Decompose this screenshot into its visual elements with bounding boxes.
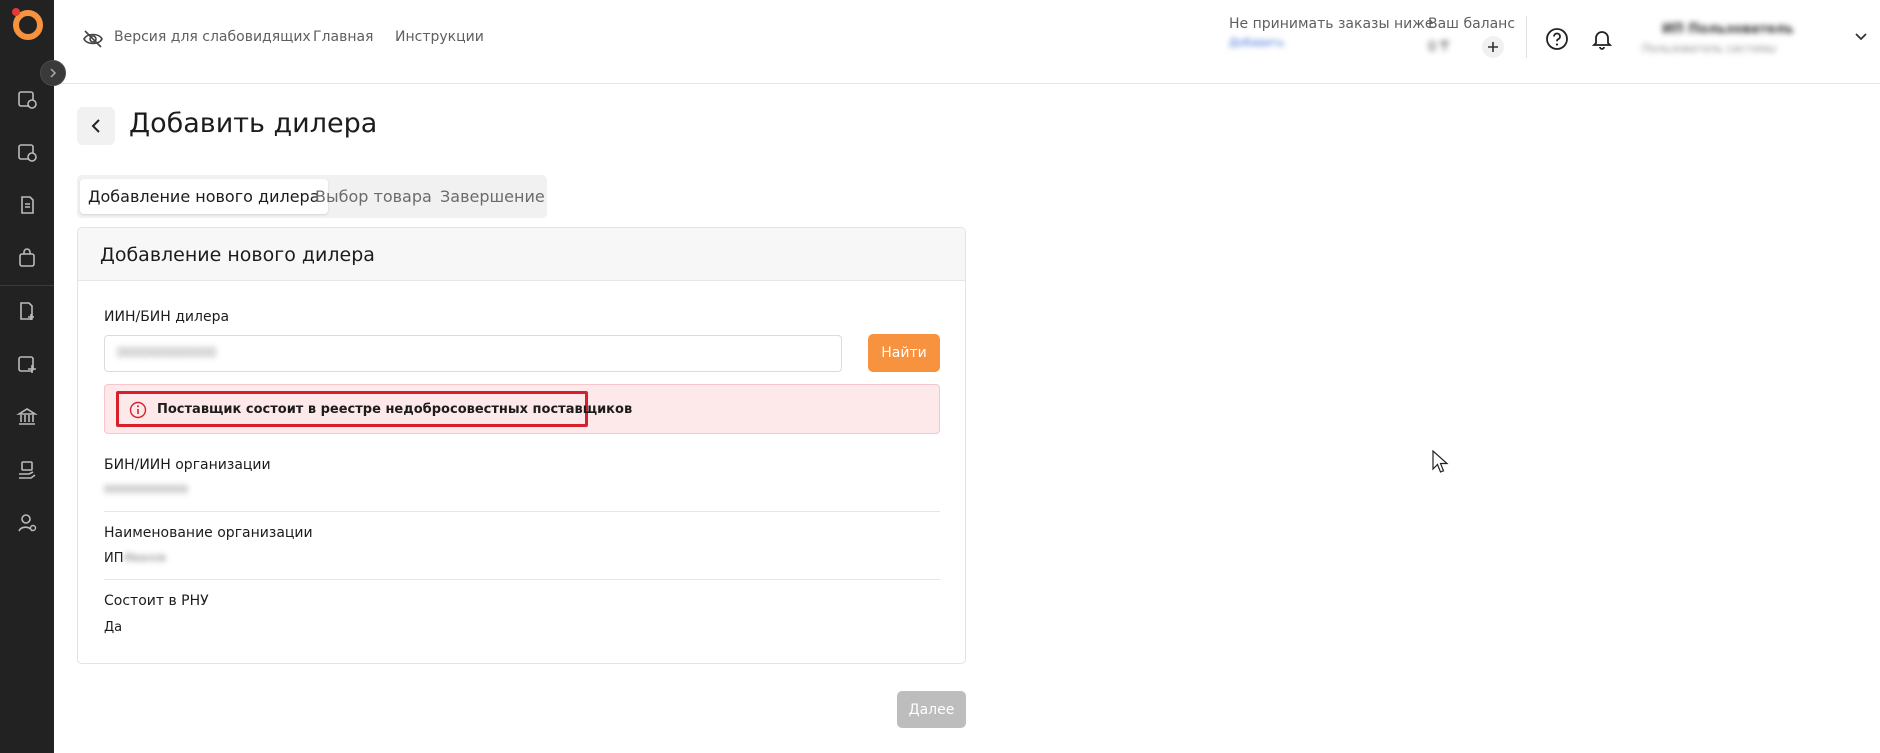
cart-clock-icon <box>18 91 37 109</box>
iin-input-value: 000000000000 <box>117 346 217 361</box>
org-name-label: Наименование организации <box>104 525 313 541</box>
notifications-button[interactable] <box>1587 24 1617 54</box>
chevron-right-icon <box>50 68 57 78</box>
app-root: Версия для слабовидящих Главная Инструкц… <box>0 0 1880 753</box>
rnu-label: Состоит в РНУ <box>104 593 209 609</box>
sidebar-item-bank[interactable] <box>11 401 43 433</box>
org-name-value: Иванов <box>124 551 166 564</box>
alert-highlight: Поставщик состоит в реестре недобросовес… <box>116 391 632 427</box>
balance-label: Ваш баланс <box>1428 16 1516 32</box>
cart-check-icon <box>18 144 37 162</box>
stepper-tabs: Добавление нового дилера Выбор товара За… <box>77 175 547 218</box>
sidebar-item-orders-history[interactable] <box>11 83 43 115</box>
top-header: Версия для слабовидящих Главная Инструкц… <box>54 0 1880 84</box>
instructions-link[interactable]: Инструкции <box>395 29 484 45</box>
sidebar <box>0 0 66 753</box>
card-header: Добавление нового дилера <box>78 228 965 281</box>
mouse-cursor-icon <box>1432 450 1449 473</box>
find-button[interactable]: Найти <box>868 334 940 372</box>
chevron-down-icon[interactable] <box>1854 32 1868 42</box>
user-subtitle: Пользователь системы <box>1642 42 1776 55</box>
sidebar-item-deals[interactable] <box>11 454 43 486</box>
add-balance-button[interactable] <box>1482 36 1504 58</box>
sidebar-item-add-product[interactable] <box>11 348 43 380</box>
iin-label: ИИН/БИН дилера <box>104 309 230 325</box>
accessibility-link[interactable]: Версия для слабовидящих <box>114 29 311 45</box>
logo-icon[interactable] <box>6 4 46 42</box>
bin-org-value: 000000000000 <box>104 483 188 496</box>
page-title: Добавить дилера <box>129 108 378 139</box>
sidebar-divider <box>0 285 54 286</box>
user-name[interactable]: ИП Пользователь <box>1662 22 1793 37</box>
back-button[interactable] <box>77 107 115 145</box>
bin-org-label: БИН/ИИН организации <box>104 457 271 473</box>
warning-alert: Поставщик состоит в реестре недобросовес… <box>104 384 940 434</box>
header-divider <box>1526 16 1527 58</box>
cart-plus-icon <box>18 356 36 373</box>
sidebar-item-shop[interactable] <box>11 242 43 274</box>
info-circle-icon <box>129 401 147 419</box>
sidebar-item-users[interactable] <box>11 507 43 539</box>
tab-finish[interactable]: Завершение <box>432 179 553 214</box>
bag-icon <box>19 248 35 267</box>
bell-icon <box>1591 31 1613 50</box>
plus-icon <box>1488 42 1498 52</box>
sidebar-expand-button[interactable] <box>40 60 66 86</box>
iin-input[interactable]: 000000000000 <box>104 335 842 372</box>
field-divider <box>104 579 940 580</box>
card-title: Добавление нового дилера <box>100 244 375 266</box>
alert-message: Поставщик состоит в реестре недобросовес… <box>157 402 633 417</box>
tab-select-product[interactable]: Выбор товара <box>307 179 440 214</box>
chevron-left-icon <box>91 119 100 133</box>
min-order-link[interactable]: Добавить <box>1229 36 1284 49</box>
tab-add-dealer[interactable]: Добавление нового дилера <box>80 179 328 214</box>
home-link[interactable]: Главная <box>313 29 373 45</box>
sidebar-item-documents[interactable] <box>11 189 43 221</box>
field-divider <box>104 511 940 512</box>
sidebar-item-add-document[interactable] <box>11 295 43 327</box>
hand-box-icon <box>19 461 36 479</box>
next-button[interactable]: Далее <box>897 691 966 728</box>
min-order-label: Не принимать заказы ниже <box>1229 16 1434 32</box>
sidebar-item-orders-done[interactable] <box>11 136 43 168</box>
help-button[interactable] <box>1542 24 1572 54</box>
document-icon <box>21 196 34 214</box>
balance-value: 0 ₸ <box>1428 40 1449 55</box>
bank-icon <box>16 408 38 425</box>
user-gear-icon <box>18 514 37 532</box>
rnu-value: Да <box>104 620 123 635</box>
document-plus-icon <box>20 302 34 320</box>
question-circle-icon <box>1546 28 1568 50</box>
org-name-prefix: ИП <box>104 551 124 566</box>
eye-slash-icon <box>83 30 103 48</box>
add-dealer-card: Добавление нового дилера ИИН/БИН дилера … <box>77 227 966 664</box>
